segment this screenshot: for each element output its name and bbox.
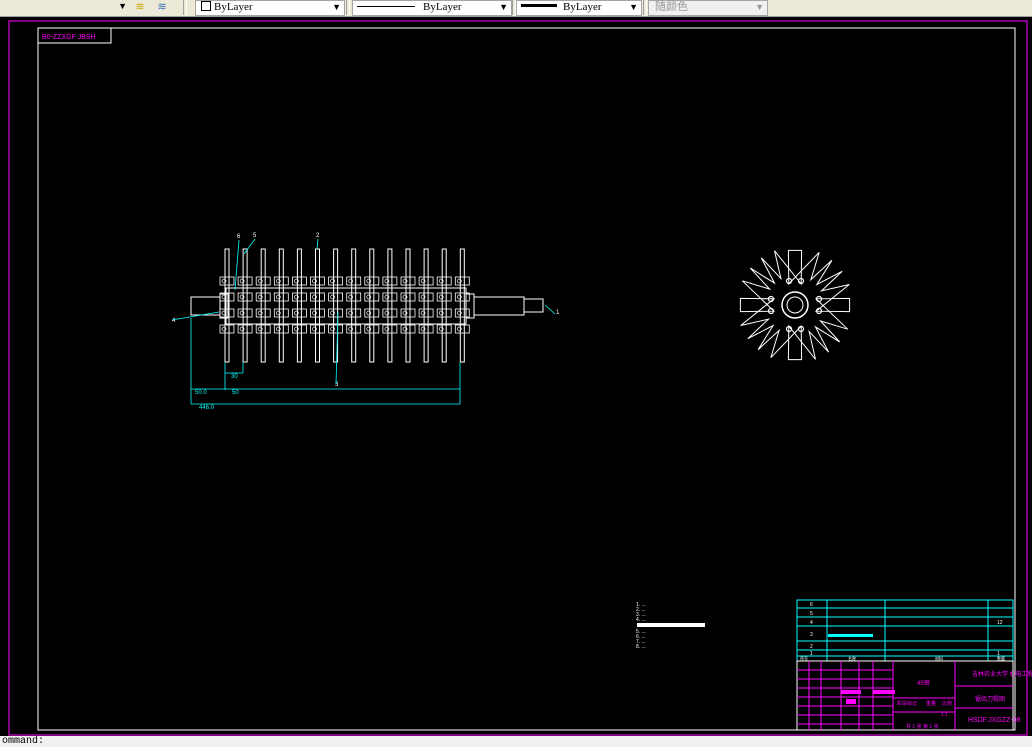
part-number: 1 [810,651,813,657]
stage-label: 阶段标记 [897,700,917,707]
blade-disc [278,248,284,363]
dimension-line [544,304,556,315]
blade-disc [387,248,393,363]
svg-text:4. ...: 4. ... [636,617,646,623]
title-block: 吉林农业大学 机电工程学院 45钢 锯齿刀辊图 HSDF.JXGZZ-08 阶段… [796,660,1032,731]
dimension-overall: 446.0 [199,405,215,411]
blade-disc [441,248,447,363]
sheet-count: 共 1 张 第 1 张 [906,723,939,730]
layer-previous-icon[interactable]: ≋ [132,0,148,14]
chevron-down-icon: ▼ [332,2,341,12]
part-number: 6 [810,602,813,608]
material: 45钢 [917,679,930,687]
lineweight-value: ByLayer [563,1,602,13]
part-name-fill [828,634,873,637]
linetype-preview [357,6,415,7]
title-fill [873,690,895,694]
parts-header: 数量 [997,655,1005,661]
shaft-right [473,296,525,316]
balloon-4: 4 [172,318,176,324]
balloon-1: 1 [556,310,560,316]
title-fill [841,690,861,694]
blade-disc [351,248,357,363]
part-number: 4 [810,620,813,626]
blade-disc [242,248,248,363]
roller-front-view [190,248,544,363]
blade-disc [369,248,375,363]
blade-disc [260,248,266,363]
shaft-right-collar [465,293,475,319]
hub-inner [786,296,804,314]
part-number: 2 [810,644,813,650]
roller-annotations: 6 5 2 4 3 1 30 50.0 50 446.0 [171,233,560,411]
command-prompt: ommand: [2,736,45,747]
part-qty: 12 [997,620,1003,626]
parts-table-border [796,599,1014,662]
color-swatch-icon [201,1,211,11]
balloon-6: 6 [237,234,241,240]
parts-header: 名称 [848,655,856,661]
part-number: 5 [810,611,813,617]
blade-side-view [739,249,851,361]
color-value: ByLayer [214,1,253,13]
chevron-down-icon: ▼ [755,2,764,12]
parts-header: 序号 [800,655,808,661]
shaft-left-collar [219,293,229,319]
svg-text:8. ...: 8. ... [636,644,646,650]
scale-label: 比例 [942,700,952,707]
lineweight-preview [521,4,557,7]
blade-disc [423,248,429,363]
linetype-value: ByLayer [423,1,462,13]
balloon-3: 3 [335,382,339,388]
part-number: 3 [810,632,813,638]
blade-disc [296,248,302,363]
plotstyle-value: 随颜色 [655,1,688,13]
weight-label: 重量 [926,700,936,707]
scale-value: 1:1 [941,712,948,718]
blade-disc [315,248,320,363]
technical-notes: 1. ... 2. ... 3. ... 4. ... 5. ... 6. ..… [636,602,705,650]
dimension-offset: 50.0 [195,390,207,396]
parts-list-table: 654 12321 1序号 名称 材料 数量 [796,599,1014,662]
linetype-dropdown[interactable]: ByLayer ▼ [352,0,512,16]
chevron-down-icon: ▼ [629,2,638,12]
hub-outer [781,291,809,319]
balloon-5: 5 [253,233,257,239]
frame-label: B0-ZZXGF JBSH [42,34,96,41]
properties-toolbar: ▼ ≋ ≋ ByLayer ▼ ByLayer ▼ ByLayer ▼ 随颜色 … [0,0,1032,17]
layer-states-icon[interactable]: ≋ [154,0,170,14]
parts-header: 材料 [935,655,943,661]
sheet-border [8,20,1028,736]
dimension-line [171,311,220,321]
blade-disc [405,248,411,363]
dimension-line [243,238,256,255]
balloon-2: 2 [316,233,320,239]
dimension-pitch: 30 [231,374,238,380]
dimension-small: 50 [232,390,239,396]
lineweight-dropdown[interactable]: ByLayer ▼ [516,0,642,16]
drawing-name: 锯齿刀辊图 [975,695,1005,703]
serrated-blade-outline [739,249,851,361]
color-dropdown[interactable]: ByLayer ▼ [195,0,345,16]
drawing-canvas[interactable]: B0-ZZXGF JBSH 6 5 2 4 3 1 30 50.0 50 446… [0,17,1032,740]
title-fill [846,699,856,704]
drawing-frame [37,27,1016,731]
plotstyle-dropdown[interactable]: 随颜色 ▼ [648,0,768,16]
shaft-right-end [523,298,544,313]
dimension-line [316,238,319,250]
school-name: 吉林农业大学 机电工程学院 [972,670,1032,678]
blade-disc [459,248,465,363]
chevron-down-icon: ▼ [499,2,508,12]
layer-dropdown[interactable]: ▼ [60,0,130,14]
command-line[interactable]: ommand: [0,736,1032,747]
